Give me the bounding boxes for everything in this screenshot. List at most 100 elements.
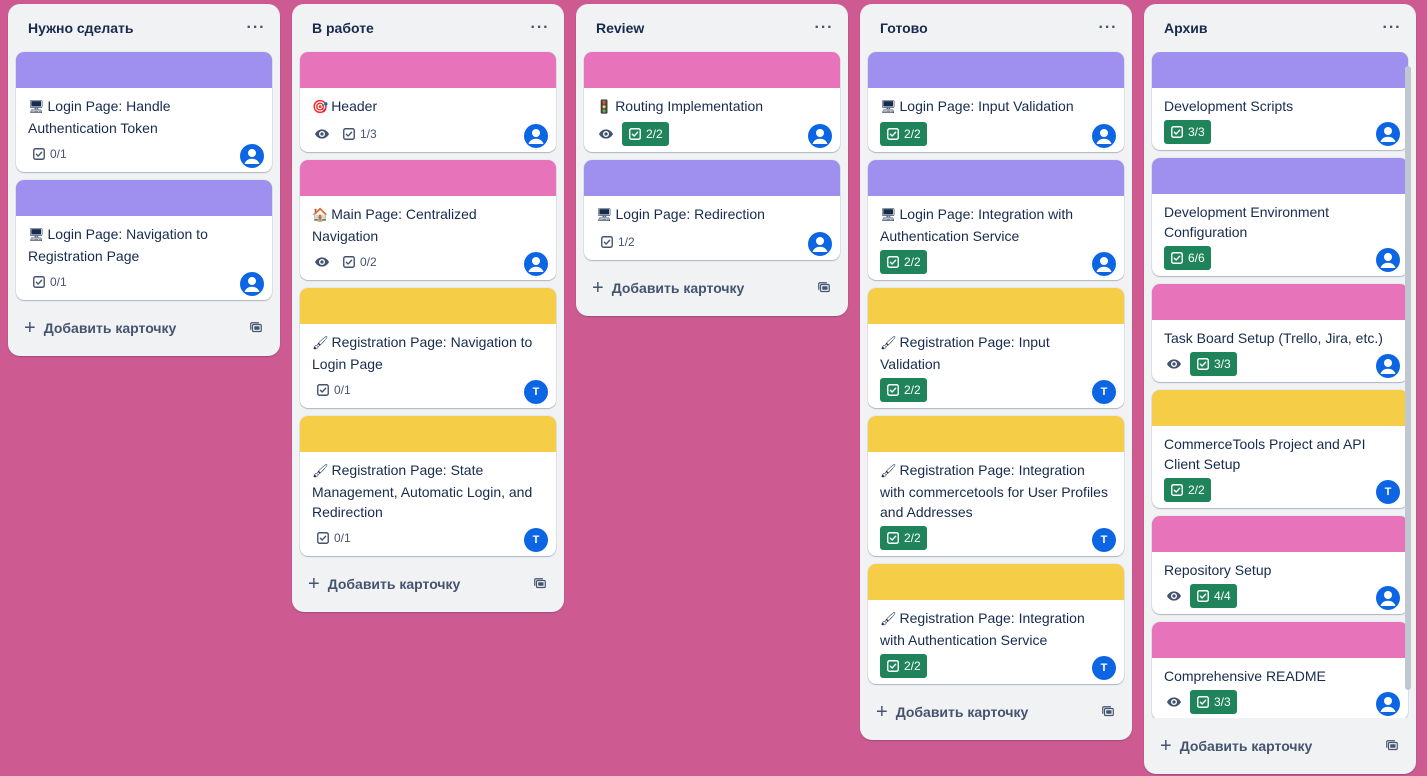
card[interactable]: Development Scripts 3/3 (1152, 52, 1408, 150)
more-options-icon[interactable]: ··· (1380, 16, 1404, 40)
checklist-badge: 0/1 (28, 270, 71, 294)
card[interactable]: 🖌 Registration Page: Navigation to Login … (300, 288, 556, 408)
card-badges: 2/2 (880, 526, 1112, 550)
add-card-button[interactable]: + Добавить карточку (1152, 726, 1408, 766)
card-cover (868, 288, 1124, 324)
watching-eye-icon (596, 124, 616, 144)
list-scrollbar[interactable] (1404, 58, 1412, 712)
card[interactable]: 🖌 Registration Page: Input Validation 2/2 T (868, 288, 1124, 408)
user-avatar-icon[interactable] (808, 124, 832, 148)
card-emoji-icon: 🖌 (880, 612, 897, 627)
member-avatar[interactable]: T (524, 380, 548, 404)
card[interactable]: 🖥 Login Page: Input Validation 2/2 (868, 52, 1124, 152)
card[interactable]: 🖥 Login Page: Handle Authentication Token… (16, 52, 272, 172)
user-avatar-icon[interactable] (1376, 354, 1400, 378)
list-title[interactable]: В работе (312, 20, 374, 36)
user-avatar-icon[interactable] (240, 272, 264, 296)
card-title: CommerceTools Project and API Client Set… (1164, 434, 1396, 474)
member-avatar[interactable]: T (1376, 480, 1400, 504)
card[interactable]: 🖌 Registration Page: State Management, Au… (300, 416, 556, 556)
create-from-template-icon[interactable] (248, 320, 264, 336)
checklist-count: 2/2 (904, 255, 921, 269)
add-card-button[interactable]: + Добавить карточку (868, 692, 1124, 732)
checklist-icon (316, 383, 330, 397)
user-avatar-icon[interactable] (1092, 252, 1116, 276)
card-title-text: Login Page: Redirection (615, 206, 765, 222)
user-avatar-icon[interactable] (1376, 122, 1400, 146)
card-badges: 6/6 (1164, 246, 1396, 270)
card[interactable]: 🖥 Login Page: Redirection 1/2 (584, 160, 840, 260)
create-from-template-icon[interactable] (532, 576, 548, 592)
member-avatar[interactable]: T (524, 528, 548, 552)
checklist-icon (342, 127, 356, 141)
card-list: 🎯 Header 1/3 🏠 Main Page: Centralized Naviga… (292, 52, 564, 556)
more-options-icon[interactable]: ··· (244, 16, 268, 40)
add-card-button[interactable]: + Добавить карточку (584, 268, 840, 308)
checklist-badge: 2/2 (880, 378, 927, 402)
card[interactable]: 🚦 Routing Implementation 2/2 (584, 52, 840, 152)
card-title-text: Main Page: Centralized Navigation (312, 206, 477, 244)
checklist-badge: 2/2 (622, 122, 669, 146)
card[interactable]: Task Board Setup (Trello, Jira, etc.) 3/3 (1152, 284, 1408, 382)
user-avatar-icon[interactable] (1376, 248, 1400, 272)
card[interactable]: 🖥 Login Page: Navigation to Registration … (16, 180, 272, 300)
member-avatar[interactable]: T (1092, 656, 1116, 680)
card-list: 🖥 Login Page: Input Validation 2/2 🖥 Login P… (860, 52, 1132, 684)
scrollbar-thumb[interactable] (1405, 66, 1411, 690)
card-body: 🖥 Login Page: Navigation to Registration … (16, 216, 272, 300)
card[interactable]: Development Environment Configuration 6/6 (1152, 158, 1408, 276)
more-options-icon[interactable]: ··· (812, 16, 836, 40)
more-options-icon[interactable]: ··· (528, 16, 552, 40)
list-title[interactable]: Архив (1164, 20, 1207, 36)
add-card-button[interactable]: + Добавить карточку (300, 564, 556, 604)
plus-icon: + (876, 701, 888, 723)
card-body: Development Scripts 3/3 (1152, 88, 1408, 150)
more-options-icon[interactable]: ··· (1096, 16, 1120, 40)
user-avatar-icon[interactable] (240, 144, 264, 168)
user-avatar-icon[interactable] (1376, 586, 1400, 610)
checklist-icon (1170, 251, 1184, 265)
card[interactable]: 🖌 Registration Page: Integration with Aut… (868, 564, 1124, 684)
card-cover (1152, 158, 1408, 194)
list-title[interactable]: Review (596, 20, 644, 36)
member-avatar[interactable]: T (1092, 380, 1116, 404)
list-header: В работе ··· (292, 4, 564, 52)
user-avatar-icon[interactable] (524, 124, 548, 148)
checklist-badge: 0/2 (338, 250, 381, 274)
card[interactable]: Comprehensive README 3/3 (1152, 622, 1408, 718)
checklist-icon (1196, 589, 1210, 603)
list-title[interactable]: Готово (880, 20, 928, 36)
card-emoji-icon: 🖌 (312, 336, 329, 351)
card-emoji-icon: 🖥 (28, 228, 45, 243)
card-title: 🖥 Login Page: Input Validation (880, 96, 1112, 118)
create-from-template-icon[interactable] (816, 280, 832, 296)
user-avatar-icon[interactable] (524, 252, 548, 276)
card-badges: 0/1 (312, 378, 544, 402)
card[interactable]: CommerceTools Project and API Client Set… (1152, 390, 1408, 508)
list-title[interactable]: Нужно сделать (28, 20, 134, 36)
card-body: 🖌 Registration Page: Navigation to Login … (300, 324, 556, 408)
user-avatar-icon[interactable] (1092, 124, 1116, 148)
card[interactable]: Repository Setup 4/4 (1152, 516, 1408, 614)
card[interactable]: 🎯 Header 1/3 (300, 52, 556, 152)
card-title: 🖥 Login Page: Handle Authentication Token (28, 96, 260, 138)
card-title: Development Environment Configuration (1164, 202, 1396, 242)
member-avatar[interactable]: T (1092, 528, 1116, 552)
card[interactable]: 🏠 Main Page: Centralized Navigation 0/2 (300, 160, 556, 280)
card-body: 🖌 Registration Page: Integration with com… (868, 452, 1124, 556)
user-avatar-icon[interactable] (808, 232, 832, 256)
user-avatar-icon[interactable] (1376, 692, 1400, 716)
list-column: Review ··· 🚦 Routing Implementation 2/2 🖥 Logi… (576, 4, 848, 316)
add-card-button[interactable]: + Добавить карточку (16, 308, 272, 348)
create-from-template-icon[interactable] (1100, 704, 1116, 720)
card-list: 🚦 Routing Implementation 2/2 🖥 Login Page: R… (576, 52, 848, 260)
create-from-template-icon[interactable] (1384, 738, 1400, 754)
card-badges: 2/2 (880, 250, 1112, 274)
card-cover (868, 416, 1124, 452)
checklist-icon (316, 531, 330, 545)
card[interactable]: 🖌 Registration Page: Integration with com… (868, 416, 1124, 556)
card-body: CommerceTools Project and API Client Set… (1152, 426, 1408, 508)
checklist-count: 0/1 (334, 383, 351, 397)
card[interactable]: 🖥 Login Page: Integration with Authentica… (868, 160, 1124, 280)
avatar-initial: T (1100, 386, 1108, 398)
